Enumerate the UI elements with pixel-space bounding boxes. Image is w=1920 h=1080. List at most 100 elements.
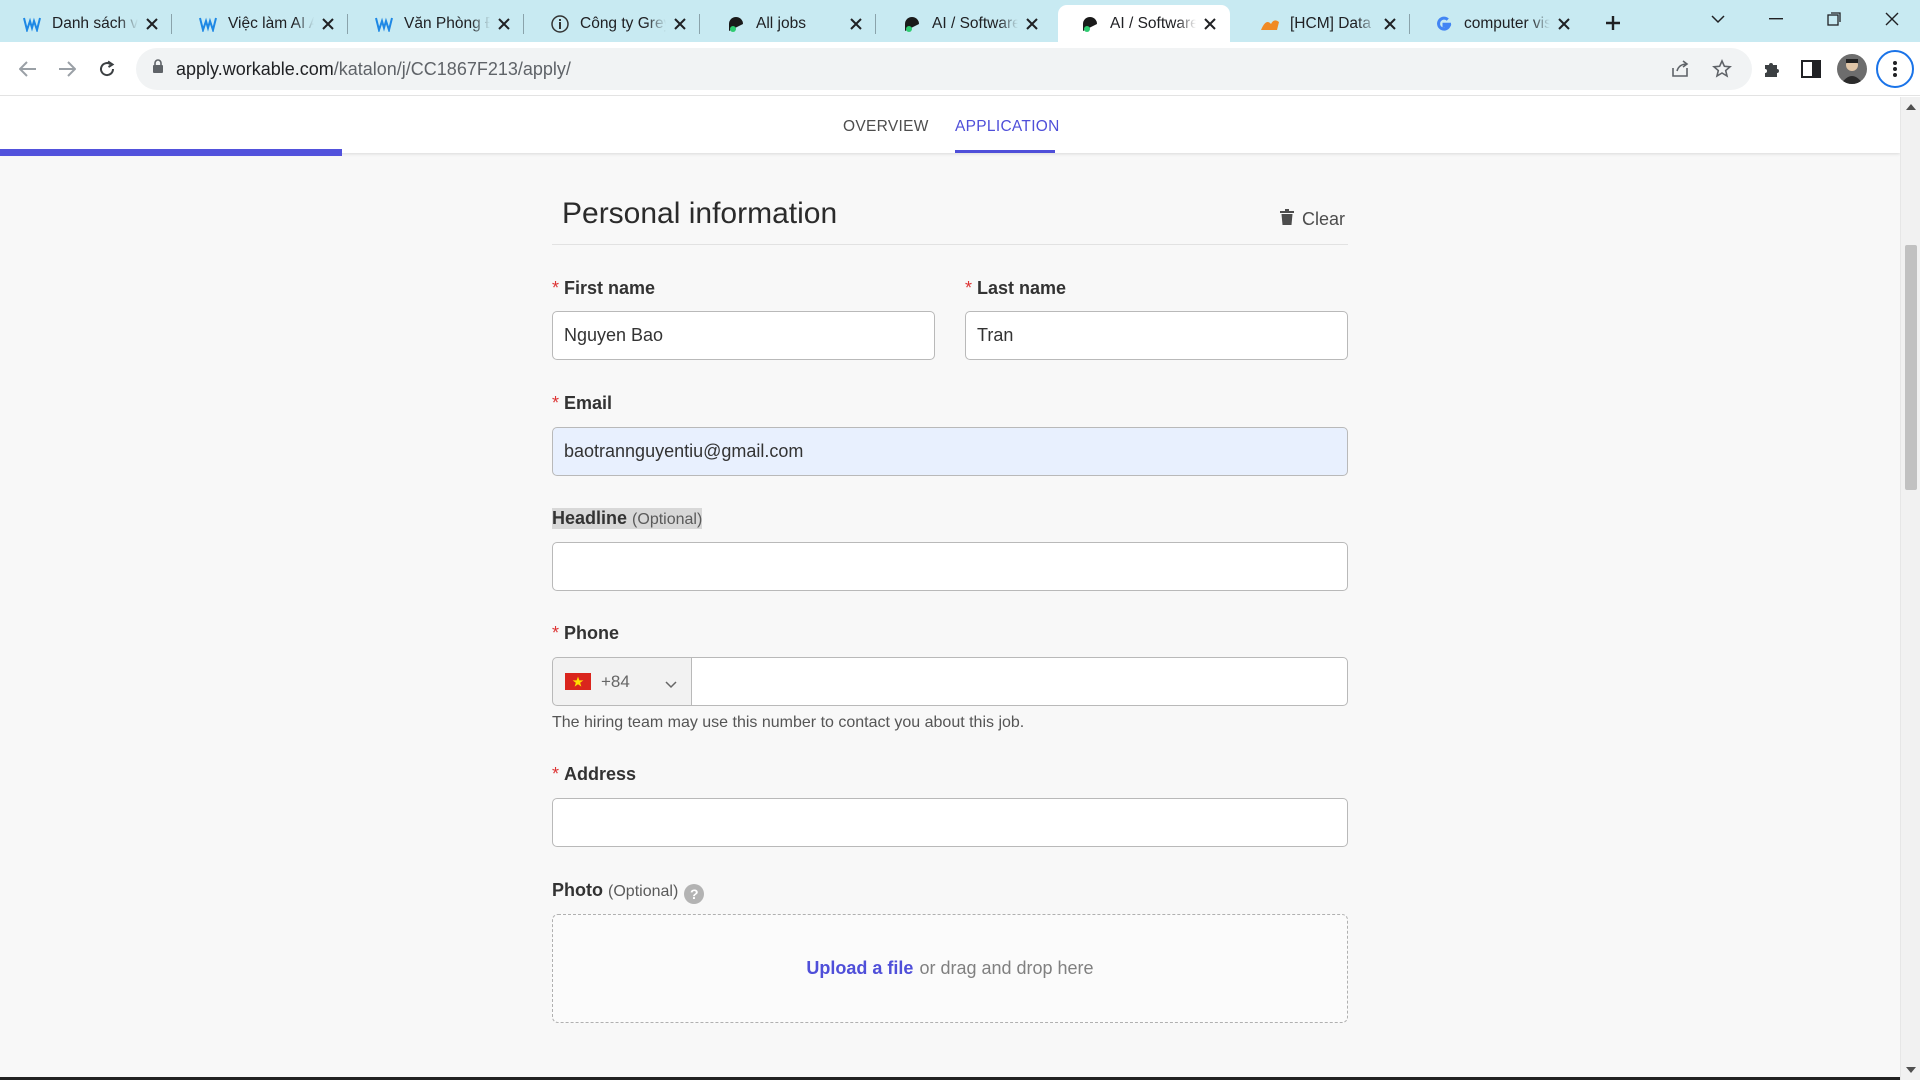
- tab-title: Công ty Greystone: [580, 14, 666, 32]
- close-icon[interactable]: [142, 14, 162, 34]
- phone-label: * Phone: [552, 623, 619, 644]
- restore-button[interactable]: [1806, 0, 1862, 38]
- browser-tab[interactable]: Văn Phòng Đại Diện: [352, 5, 524, 42]
- label-text: Headline: [552, 508, 628, 528]
- tab-search-button[interactable]: [1690, 0, 1746, 38]
- side-panel-icon[interactable]: [1795, 53, 1827, 85]
- browser-toolbar: apply.workable.com/katalon/j/CC1867F213/…: [0, 42, 1920, 96]
- workable-w-icon: [374, 14, 394, 34]
- email-label: * Email: [552, 393, 612, 414]
- close-icon[interactable]: [318, 14, 338, 34]
- google-icon: [1434, 14, 1454, 34]
- close-icon[interactable]: [1554, 14, 1574, 34]
- divider: [552, 244, 1348, 245]
- url-text: apply.workable.com/katalon/j/CC1867F213/…: [176, 59, 571, 80]
- browser-tab[interactable]: Việc làm AI Analyst: [176, 5, 348, 42]
- new-tab-button[interactable]: [1598, 8, 1628, 38]
- help-icon[interactable]: ?: [684, 884, 705, 904]
- tab-application[interactable]: APPLICATION: [955, 118, 1060, 136]
- scroll-up-arrow-icon[interactable]: [1906, 104, 1916, 110]
- first-name-label: * First name: [552, 278, 655, 299]
- label-text: First name: [564, 278, 656, 298]
- tab-title: [HCM] Data Scientist: [1290, 14, 1376, 32]
- page-content: OVERVIEW APPLICATION Personal informatio…: [0, 97, 1900, 1080]
- page-scrollbar[interactable]: [1900, 97, 1920, 1080]
- photo-label: Photo (Optional)?: [552, 880, 705, 904]
- browser-tab-active[interactable]: AI / Software Engineer: [1058, 5, 1230, 42]
- close-icon[interactable]: [1200, 14, 1220, 34]
- address-bar[interactable]: apply.workable.com/katalon/j/CC1867F213/…: [136, 48, 1752, 90]
- required-mark: *: [552, 764, 560, 784]
- application-progress-bar: [0, 149, 342, 156]
- flame-icon: [1260, 14, 1280, 34]
- label-text: Phone: [564, 623, 620, 643]
- address-label: * Address: [552, 764, 636, 785]
- email-input[interactable]: baotrannguyentiu@gmail.com: [552, 427, 1348, 476]
- tab-title: Văn Phòng Đại Diện: [404, 14, 490, 32]
- forward-button[interactable]: [51, 53, 83, 85]
- back-button[interactable]: [12, 53, 44, 85]
- active-tab-underline: [955, 150, 1055, 153]
- browser-tab[interactable]: AI / Software Engineer: [880, 5, 1052, 42]
- tab-title: computer vision: [1464, 14, 1550, 32]
- required-mark: *: [552, 278, 560, 298]
- close-icon[interactable]: [846, 14, 866, 34]
- section-title: Personal information: [562, 197, 838, 230]
- phone-input[interactable]: [691, 657, 1348, 706]
- workable-w-icon: [22, 14, 42, 34]
- country-code-select[interactable]: +84: [552, 657, 692, 706]
- tab-overview[interactable]: OVERVIEW: [843, 118, 929, 136]
- headline-label: Headline (Optional): [552, 508, 703, 529]
- browser-tab[interactable]: Công ty Greystone: [528, 5, 700, 42]
- share-icon[interactable]: [1665, 53, 1697, 85]
- label-text: Last name: [977, 278, 1067, 298]
- tab-title: All jobs: [756, 14, 806, 32]
- tab-title: AI / Software Engineer: [932, 14, 1018, 32]
- browser-tab[interactable]: [HCM] Data Scientist: [1238, 5, 1410, 42]
- last-name-input[interactable]: Tran: [965, 311, 1348, 360]
- photo-dropzone[interactable]: Upload a file or drag and drop here: [552, 914, 1348, 1023]
- dropzone-text: or drag and drop here: [919, 958, 1094, 978]
- lock-icon[interactable]: [152, 59, 164, 79]
- browser-tab[interactable]: Danh sách việc làm: [0, 5, 172, 42]
- info-icon: [550, 14, 570, 34]
- trash-icon: [1280, 209, 1294, 230]
- tab-title: Danh sách việc làm: [52, 14, 138, 32]
- optional-tag: (Optional): [608, 883, 679, 900]
- close-icon[interactable]: [1380, 14, 1400, 34]
- close-window-button[interactable]: [1864, 0, 1920, 38]
- browser-tab[interactable]: computer vision: [1412, 5, 1584, 42]
- scrollbar-thumb[interactable]: [1905, 245, 1917, 490]
- phone-hint: The hiring team may use this number to c…: [552, 714, 1025, 731]
- first-name-input[interactable]: Nguyen Bao: [552, 311, 935, 360]
- browser-menu-button[interactable]: [1876, 50, 1914, 88]
- katalon-icon: [726, 14, 746, 34]
- headline-input[interactable]: [552, 542, 1348, 591]
- optional-tag: (Optional): [632, 511, 703, 528]
- extensions-puzzle-icon[interactable]: [1756, 53, 1788, 85]
- chevron-down-icon: [665, 674, 677, 694]
- upload-file-link[interactable]: Upload a file: [806, 958, 913, 979]
- url-path: /katalon/j/CC1867F213/apply/: [333, 58, 571, 79]
- tab-title: AI / Software Engineer: [1110, 14, 1196, 32]
- tab-title: Việc làm AI Analyst: [228, 14, 314, 32]
- minimize-button[interactable]: [1748, 0, 1804, 38]
- katalon-icon: [902, 14, 922, 34]
- clear-button[interactable]: Clear: [1280, 209, 1345, 230]
- required-mark: *: [965, 278, 973, 298]
- browser-tab[interactable]: All jobs: [704, 5, 876, 42]
- close-icon[interactable]: [670, 14, 690, 34]
- bookmark-star-icon[interactable]: [1706, 53, 1738, 85]
- close-icon[interactable]: [494, 14, 514, 34]
- browser-tab-strip: Danh sách việc làm Việc làm AI Analyst V…: [0, 0, 1920, 42]
- scroll-down-arrow-icon[interactable]: [1906, 1067, 1916, 1073]
- more-vert-icon: [1893, 61, 1897, 77]
- katalon-icon: [1080, 14, 1100, 34]
- reload-button[interactable]: [91, 53, 123, 85]
- required-mark: *: [552, 393, 560, 413]
- profile-avatar[interactable]: [1837, 54, 1867, 84]
- close-icon[interactable]: [1022, 14, 1042, 34]
- address-input[interactable]: [552, 798, 1348, 847]
- required-mark: *: [552, 623, 560, 643]
- label-text: Photo: [552, 880, 603, 900]
